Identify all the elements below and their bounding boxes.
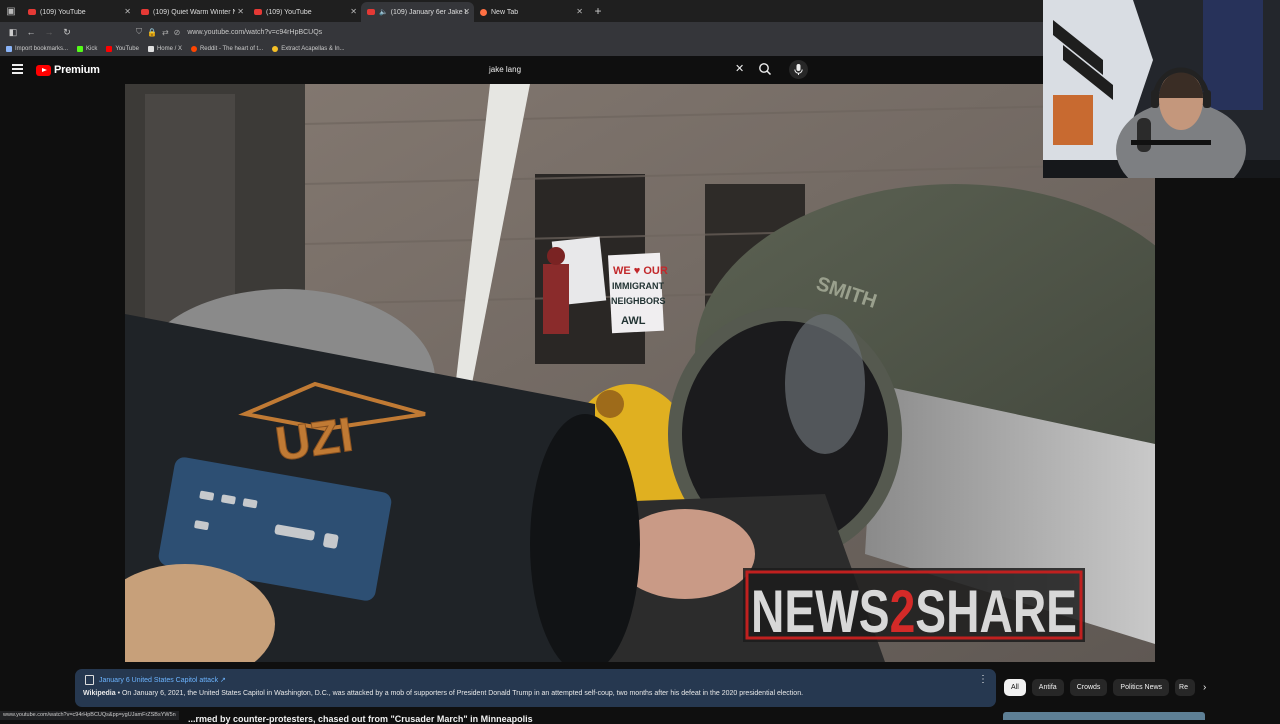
tab-label: New Tab xyxy=(491,8,519,16)
tab-close-icon[interactable]: ✕ xyxy=(576,7,583,16)
news2share-watermark: NEWS2SHARE xyxy=(743,568,1085,645)
url-text: www.youtube.com/watch?v=c94rHpBCUQs xyxy=(187,28,323,36)
back-arrow-icon[interactable]: ← xyxy=(22,27,40,37)
forward-arrow-icon[interactable]: → xyxy=(40,27,58,37)
microphone-icon[interactable] xyxy=(789,60,808,79)
youtube-header: Premium jake lang ✕ xyxy=(0,56,1043,84)
bookmark-import[interactable]: Import bookmarks... xyxy=(6,46,68,52)
youtube-favicon-icon xyxy=(367,9,375,15)
chevron-right-icon[interactable]: › xyxy=(1203,682,1206,693)
kick-icon xyxy=(77,46,84,52)
chip-partial[interactable]: Re xyxy=(1175,679,1196,696)
browser-tab[interactable]: (109) YouTube ✕ xyxy=(22,2,135,22)
youtube-favicon-icon xyxy=(254,9,262,15)
youtube-favicon-icon xyxy=(141,9,149,15)
new-tab-button[interactable]: + xyxy=(587,4,609,18)
youtube-play-icon xyxy=(36,64,51,76)
brand-label: Premium xyxy=(54,64,100,76)
chip-antifa[interactable]: Antifa xyxy=(1031,679,1064,696)
tab-label: (109) January 6er Jake Lang xyxy=(390,8,468,16)
shield-icon[interactable]: ⛉ xyxy=(136,27,142,37)
youtube-favicon-icon xyxy=(28,9,36,15)
megaphone-brand-text: UZI xyxy=(272,408,356,471)
document-icon xyxy=(85,675,94,685)
tab-label: (109) YouTube xyxy=(266,8,312,16)
clear-search-icon[interactable]: ✕ xyxy=(735,62,744,75)
bookmark-x[interactable]: Home / X xyxy=(147,46,182,52)
video-player[interactable]: WE ♥ OUR IMMIGRANT NEIGHBORS AWL SMITH U… xyxy=(125,84,1155,662)
lock-icon[interactable]: 🔒 xyxy=(147,28,157,37)
info-card[interactable]: January 6 United States Capitol attack ↗… xyxy=(75,669,996,707)
site-settings-icon[interactable]: ⇄ xyxy=(162,28,169,37)
recommended-thumbnail[interactable] xyxy=(1003,712,1205,720)
tab-label: (109) YouTube xyxy=(40,8,86,16)
sidebar-toggle-icon[interactable]: ◧ xyxy=(4,27,22,38)
bookmarks-bar: Import bookmarks... Kick YouTube Home / … xyxy=(0,42,1043,56)
bookmark-label: Extract Acapellas & In... xyxy=(281,46,345,52)
webcam-overlay xyxy=(1043,0,1280,178)
hamburger-menu-icon[interactable] xyxy=(12,64,23,74)
reddit-icon xyxy=(190,46,197,52)
sign-text-line-4: AWL xyxy=(621,315,646,327)
address-bar-row: ◧ ← → ↻ ⛉ 🔒 ⇄ ⊘ www.youtube.com/watch?v=… xyxy=(0,22,1043,42)
tracking-icon[interactable]: ⊘ xyxy=(174,28,181,37)
bookmark-label: Import bookmarks... xyxy=(15,46,69,52)
search-icon[interactable] xyxy=(758,62,772,76)
bookmark-label: YouTube xyxy=(115,46,139,52)
tab-close-icon[interactable]: ✕ xyxy=(463,7,470,16)
browser-tab-active[interactable]: 🔈 (109) January 6er Jake Lang ✕ xyxy=(361,2,474,22)
bookmark-label: Home / X xyxy=(156,46,182,52)
more-options-icon[interactable]: ⋮ xyxy=(978,674,988,685)
chip-politics-news[interactable]: Politics News xyxy=(1113,679,1170,696)
info-card-title-link[interactable]: January 6 United States Capitol attack ↗ xyxy=(99,676,226,684)
extract-icon xyxy=(272,46,279,52)
bookmark-label: Reddit - The heart of t... xyxy=(199,46,264,52)
video-title: ...rmed by counter-protesters, chased ou… xyxy=(188,714,533,724)
bookmark-label: Kick xyxy=(86,46,98,52)
tab-label: (109) Quiet Warm Winter Night xyxy=(153,8,235,16)
video-frame: WE ♥ OUR IMMIGRANT NEIGHBORS AWL SMITH U… xyxy=(125,84,1155,662)
reload-icon[interactable]: ↻ xyxy=(58,27,76,38)
webcam-feed xyxy=(1043,0,1280,178)
speaker-icon[interactable]: 🔈 xyxy=(379,8,388,16)
bookmark-extract[interactable]: Extract Acapellas & In... xyxy=(272,46,345,52)
chip-crowds[interactable]: Crowds xyxy=(1069,679,1108,696)
info-card-text: • On January 6, 2021, the United States … xyxy=(115,690,804,697)
tab-close-icon[interactable]: ✕ xyxy=(237,7,244,16)
chip-all[interactable]: All xyxy=(1004,679,1026,696)
bookmark-youtube[interactable]: YouTube xyxy=(106,46,139,52)
browser-tab[interactable]: New Tab ✕ xyxy=(474,2,587,22)
new-tab-favicon-icon xyxy=(480,8,487,16)
bookmark-kick[interactable]: Kick xyxy=(77,46,97,52)
tab-close-icon[interactable]: ✕ xyxy=(350,7,357,16)
status-bar-url: www.youtube.com/watch?v=c94rHpBCUQs&pp=y… xyxy=(0,711,179,720)
tab-close-icon[interactable]: ✕ xyxy=(124,7,131,16)
filter-chips: All Antifa Crowds Politics News Re › xyxy=(1004,679,1206,696)
browser-tab[interactable]: (109) Quiet Warm Winter Night ✕ xyxy=(135,2,248,22)
sign-text-line-2: IMMIGRANT xyxy=(612,281,664,291)
search-input[interactable]: jake lang xyxy=(489,65,521,74)
browser-tab[interactable]: (109) YouTube ✕ xyxy=(248,2,361,22)
sign-text-line-1: WE ♥ OUR xyxy=(613,265,668,277)
youtube-icon xyxy=(106,46,113,52)
info-card-description: Wikipedia • On January 6, 2021, the Unit… xyxy=(83,690,803,697)
info-card-source: Wikipedia xyxy=(83,690,116,697)
bookmark-reddit[interactable]: Reddit - The heart of t... xyxy=(190,46,264,52)
url-field[interactable]: ⛉ 🔒 ⇄ ⊘ www.youtube.com/watch?v=c94rHpBC… xyxy=(136,24,322,40)
youtube-logo[interactable]: Premium xyxy=(36,64,100,76)
tab-actions-icon[interactable]: ▣ xyxy=(0,0,22,22)
sign-text-line-3: NEIGHBORS xyxy=(611,296,666,306)
watermark-text: NEWS2SHARE xyxy=(751,578,1077,645)
bookmark-icon xyxy=(6,46,12,52)
x-logo-icon xyxy=(147,46,154,52)
